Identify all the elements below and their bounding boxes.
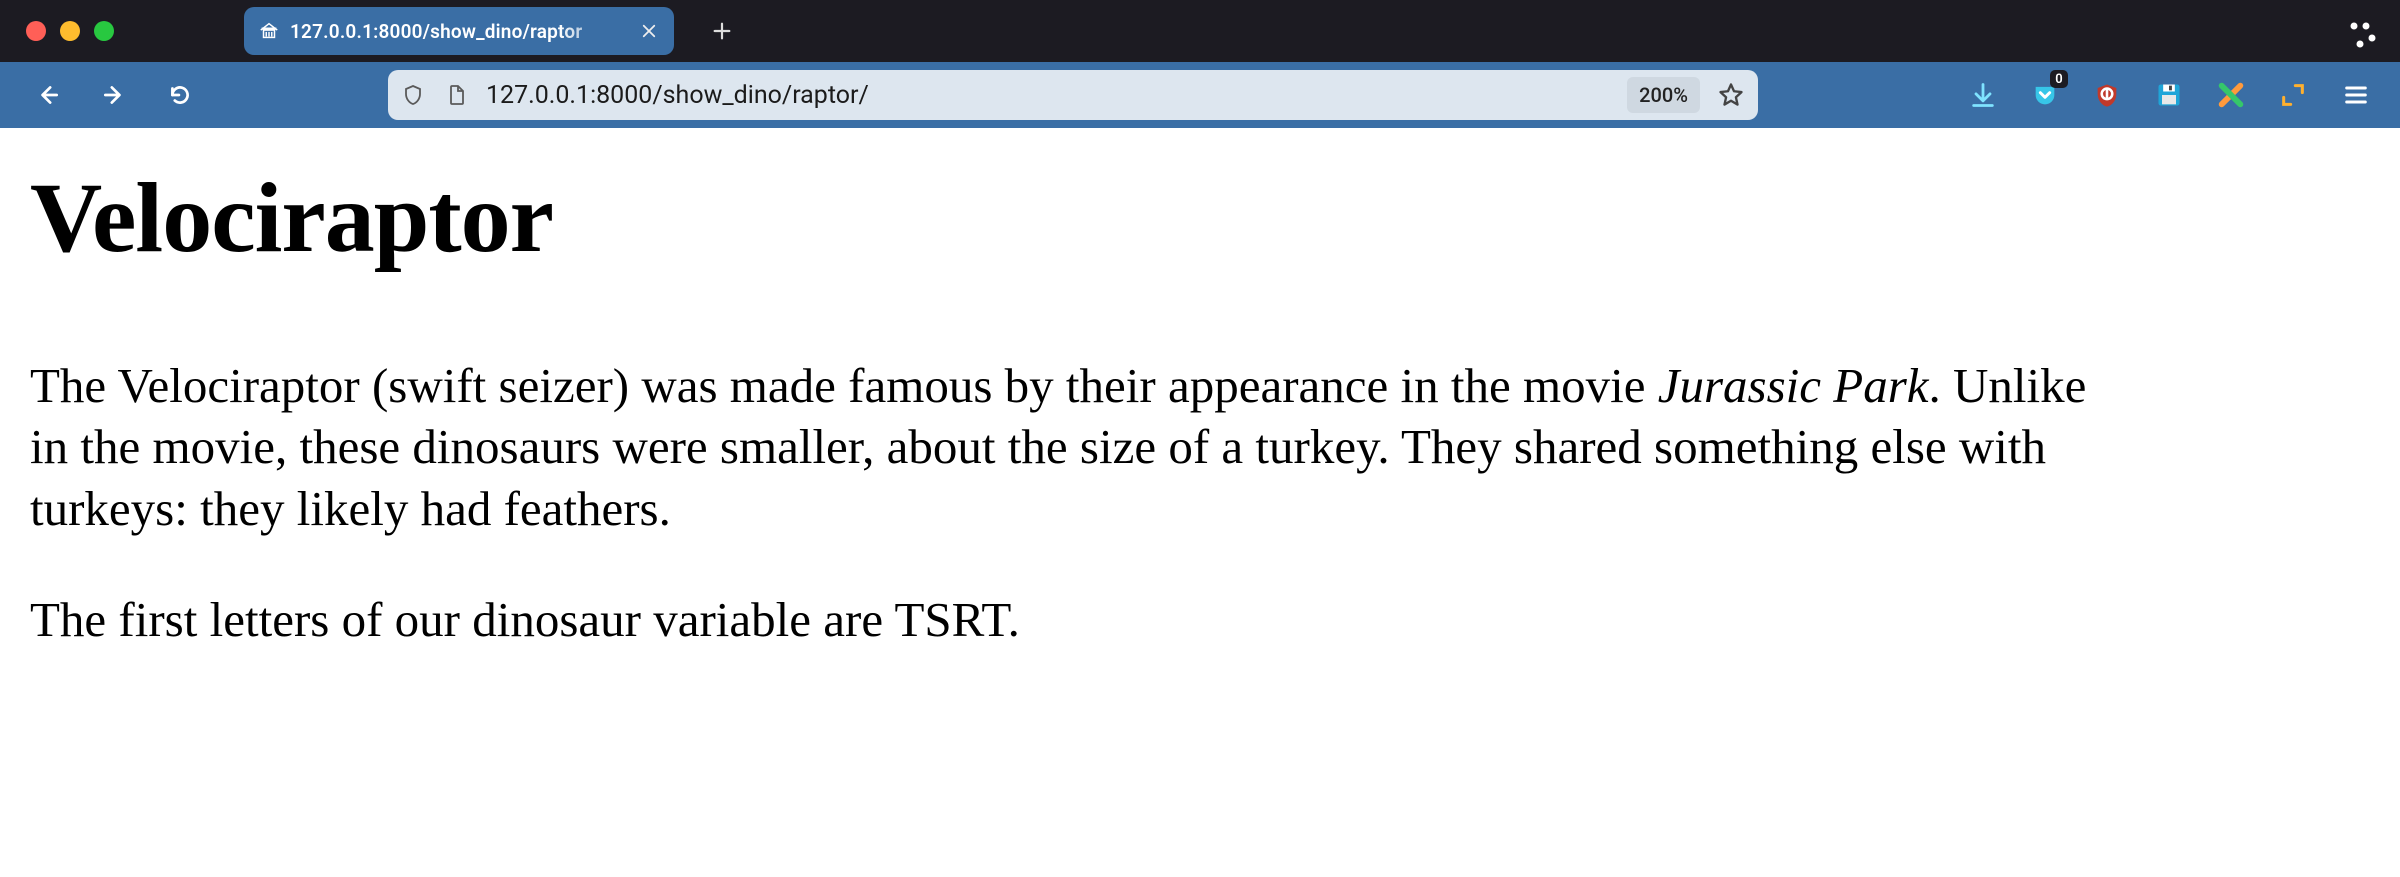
star-icon <box>1717 81 1745 109</box>
cross-tool-icon <box>2217 81 2245 109</box>
favicon-default-icon <box>258 20 280 42</box>
window-maximize-button[interactable] <box>94 21 114 41</box>
back-button[interactable] <box>28 75 68 115</box>
site-info-icon[interactable] <box>442 80 472 110</box>
app-menu-button[interactable] <box>2338 77 2374 113</box>
new-tab-button[interactable] <box>702 11 742 51</box>
paragraph-1: The Velociraptor (swift seizer) was made… <box>30 355 2130 539</box>
arrow-left-icon <box>35 82 61 108</box>
ublock-icon <box>2093 81 2121 109</box>
tab-title: 127.0.0.1:8000/show_dino/raptor <box>290 20 626 43</box>
ublock-button[interactable] <box>2090 78 2124 112</box>
paragraph-2: The first letters of our dinosaur variab… <box>30 589 2130 650</box>
window-minimize-button[interactable] <box>60 21 80 41</box>
fullscreen-button[interactable] <box>2276 78 2310 112</box>
bookmark-button[interactable] <box>1714 78 1748 112</box>
reload-button[interactable] <box>160 75 200 115</box>
tab-strip: 127.0.0.1:8000/show_dino/raptor <box>0 0 2400 62</box>
close-icon <box>640 22 658 40</box>
nav-buttons <box>28 75 200 115</box>
floppy-icon <box>2155 81 2183 109</box>
zoom-indicator[interactable]: 200% <box>1627 77 1700 113</box>
expand-icon <box>2279 81 2307 109</box>
window-close-button[interactable] <box>26 21 46 41</box>
extension-button[interactable] <box>2214 78 2248 112</box>
tab-close-button[interactable] <box>636 18 662 44</box>
arrow-right-icon <box>101 82 127 108</box>
url-text[interactable]: 127.0.0.1:8000/show_dino/raptor/ <box>486 81 1613 110</box>
toolbar-right: 0 <box>1966 77 2374 113</box>
plus-icon <box>711 20 733 42</box>
overflow-tabs-icon <box>2336 16 2380 50</box>
reload-icon <box>167 82 193 108</box>
forward-button[interactable] <box>94 75 134 115</box>
hamburger-icon <box>2342 81 2370 109</box>
browser-toolbar: 127.0.0.1:8000/show_dino/raptor/ 200% 0 <box>0 62 2400 128</box>
page-content: Velociraptor The Velociraptor (swift sei… <box>0 128 2400 730</box>
tracking-protection-icon[interactable] <box>398 80 428 110</box>
download-icon <box>1969 81 1997 109</box>
page-heading: Velociraptor <box>30 160 2370 275</box>
pocket-badge: 0 <box>2050 70 2068 88</box>
paragraph-1-em: Jurassic Park <box>1658 358 1929 413</box>
downloads-button[interactable] <box>1966 78 2000 112</box>
save-extension-button[interactable] <box>2152 78 2186 112</box>
address-bar[interactable]: 127.0.0.1:8000/show_dino/raptor/ 200% <box>388 70 1758 120</box>
paragraph-1-part-a: The Velociraptor (swift seizer) was made… <box>30 358 1658 413</box>
pocket-button[interactable]: 0 <box>2028 78 2062 112</box>
window-controls <box>26 21 114 41</box>
browser-tab[interactable]: 127.0.0.1:8000/show_dino/raptor <box>244 7 674 55</box>
